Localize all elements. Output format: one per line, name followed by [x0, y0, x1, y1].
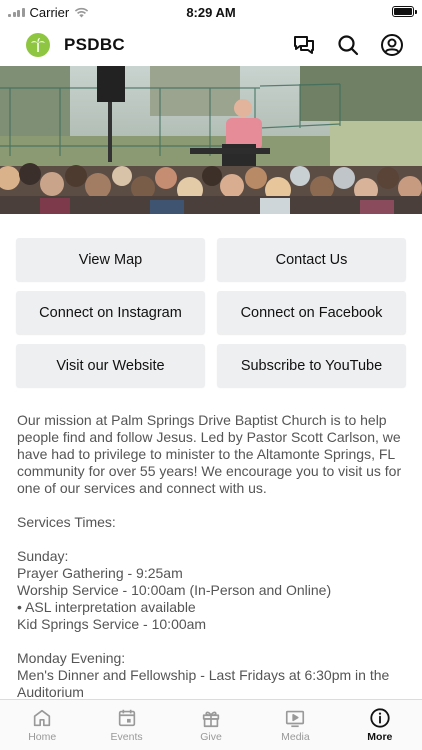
sunday-item: Kid Springs Service - 10:00am	[17, 616, 207, 632]
church-description: Our mission at Palm Springs Drive Baptis…	[17, 412, 409, 701]
sunday-item: Prayer Gathering - 9:25am	[17, 565, 183, 581]
user-circle-icon	[381, 34, 403, 56]
tab-give[interactable]: Give	[169, 700, 253, 750]
home-icon	[34, 709, 51, 727]
view-map-button[interactable]: View Map	[16, 238, 205, 281]
app-title: PSDBC	[64, 35, 126, 54]
profile-button[interactable]	[378, 31, 406, 59]
tab-bar: Home Events Give Media More	[0, 699, 422, 750]
sunday-item: Worship Service - 10:00am (In-Person and…	[17, 582, 332, 598]
outdoor-service-photo	[0, 66, 422, 214]
app-header: PSDBC	[0, 24, 422, 66]
status-time: 8:29 AM	[186, 4, 236, 20]
play-video-icon	[286, 710, 305, 728]
instagram-button[interactable]: Connect on Instagram	[16, 291, 205, 334]
facebook-button[interactable]: Connect on Facebook	[217, 291, 406, 334]
tab-more[interactable]: More	[338, 700, 422, 750]
mission-text: Our mission at Palm Springs Drive Baptis…	[17, 412, 402, 496]
gift-icon	[202, 711, 220, 728]
tab-label: Media	[281, 731, 310, 743]
church-logo	[26, 33, 50, 57]
search-icon	[338, 35, 359, 56]
monday-heading: Monday Evening:	[17, 650, 126, 666]
hero-image	[0, 66, 422, 214]
contact-us-button[interactable]: Contact Us	[217, 238, 406, 281]
palm-tree-icon	[31, 38, 45, 52]
messages-button[interactable]	[290, 31, 318, 59]
calendar-icon	[118, 709, 135, 727]
website-button[interactable]: Visit our Website	[16, 344, 205, 387]
search-button[interactable]	[334, 31, 362, 59]
info-icon	[370, 708, 390, 728]
chat-bubbles-icon	[294, 36, 314, 54]
tab-label: Home	[28, 731, 57, 743]
sunday-item: • ASL interpretation available	[17, 599, 196, 615]
link-buttons: View Map Contact Us Connect on Instagram Co…	[16, 238, 406, 387]
monday-item: Men's Dinner and Fellowship - Last Frida…	[17, 667, 390, 700]
tab-label: Give	[200, 731, 222, 743]
tab-label: More	[367, 731, 393, 743]
tab-label: Events	[110, 731, 143, 743]
status-bar: Carrier 8:29 AM	[0, 0, 422, 24]
youtube-button[interactable]: Subscribe to YouTube	[217, 344, 406, 387]
tab-media[interactable]: Media	[253, 700, 337, 750]
services-heading: Services Times:	[17, 514, 116, 530]
tab-home[interactable]: Home	[0, 700, 84, 750]
sunday-heading: Sunday:	[17, 548, 69, 564]
battery-icon	[392, 6, 417, 17]
tab-events[interactable]: Events	[84, 700, 168, 750]
